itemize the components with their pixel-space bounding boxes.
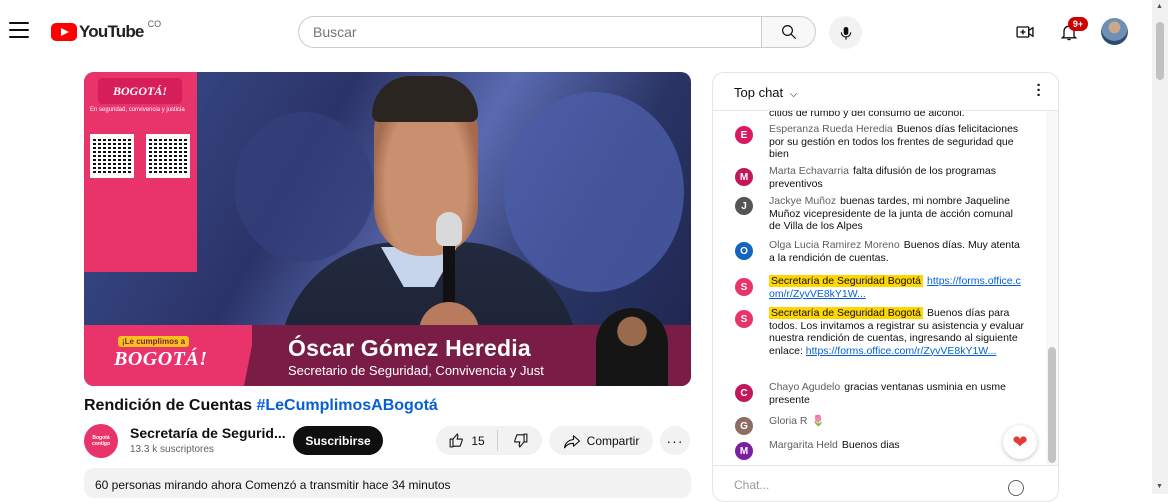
description-text: 60 personas mirando ahora Comenzó a tran… — [95, 478, 451, 492]
voice-search-button[interactable] — [829, 16, 862, 49]
chat-scrollbar-thumb[interactable] — [1048, 347, 1056, 463]
chat-message-body: Secretaría de Seguridad Bogotá Buenos día… — [769, 307, 1026, 357]
search-icon — [781, 25, 796, 40]
background-figure — [234, 112, 374, 262]
sign-language-interpreter — [596, 308, 668, 386]
qr-code — [146, 134, 190, 178]
youtube-logo[interactable]: YouTube CO — [51, 19, 161, 45]
chat-author-name[interactable]: Chayo Agudelo — [769, 381, 840, 393]
chat-message-link[interactable]: https://forms.office.com/r/ZyvVE8kY1W... — [806, 345, 997, 357]
speaker-name: Óscar Gómez Heredia — [288, 335, 531, 361]
chat-message-body: Esperanza Rueda Heredia Buenos días felic… — [769, 123, 1026, 161]
scroll-up-arrow-icon[interactable]: ▲ — [1156, 3, 1163, 10]
masthead: YouTube CO 9+ — [0, 0, 1152, 64]
panel-subtitle: En seguridad, convivencia y justicia — [90, 107, 185, 113]
info-panel: BOGOTÁ! En seguridad, convivencia y just… — [84, 72, 197, 272]
search-bar — [298, 16, 816, 48]
chat-mode-dropdown[interactable]: Top chat ⌵ — [734, 85, 797, 100]
lower-third-logo-text: BOGOTÁ! — [114, 348, 208, 370]
chat-author-avatar[interactable]: M — [735, 168, 753, 186]
channel-name[interactable]: Secretaría de Segurid... — [130, 425, 286, 441]
create-video-icon — [1016, 26, 1034, 38]
chat-message-body: Margarita Held Buenos dias — [769, 439, 1026, 452]
thumbs-up-icon — [449, 433, 464, 448]
chat-input[interactable] — [734, 478, 994, 492]
like-count: 15 — [471, 433, 485, 448]
account-avatar[interactable] — [1101, 18, 1128, 45]
chat-message-body: Jackye Muñoz buenas tardes, mi nombre Jaq… — [769, 195, 1026, 233]
create-button[interactable] — [1013, 20, 1037, 44]
chat-scrollbar[interactable] — [1046, 111, 1058, 465]
page-scrollbar[interactable]: ▲ ▼ — [1152, 0, 1168, 494]
chat-author-avatar[interactable]: S — [735, 310, 753, 328]
video-player[interactable]: BOGOTÁ! En seguridad, convivencia y just… — [84, 72, 691, 386]
chat-message-body: Olga Lucia Ramirez Moreno Buenos días. Mu… — [769, 239, 1026, 264]
speaker-hair — [372, 76, 478, 122]
share-label: Compartir — [586, 433, 640, 448]
like-dislike-group: 15 — [436, 426, 542, 455]
panel-logo: BOGOTÁ! — [98, 78, 182, 104]
thumbs-down-icon — [513, 433, 527, 448]
chat-author-avatar[interactable]: G — [735, 417, 753, 435]
search-input[interactable] — [298, 16, 761, 48]
chat-author-avatar[interactable]: S — [735, 278, 753, 296]
share-icon — [563, 434, 580, 448]
mic-icon — [840, 26, 851, 40]
chat-message-body: Secretaría de Seguridad Bogotá https://fo… — [769, 275, 1026, 300]
microphone — [436, 212, 462, 246]
search-button[interactable] — [761, 16, 816, 48]
chat-message-body: Marta Echavarria falta difusión de los pr… — [769, 165, 1026, 190]
like-button[interactable]: 15 — [436, 430, 498, 451]
chat-author-avatar[interactable]: O — [735, 242, 753, 260]
notifications-badge: 9+ — [1068, 17, 1088, 31]
chat-messages[interactable]: citios de rumbo y del consumo de alcohol… — [713, 111, 1046, 465]
chat-message-body: Gloria R 🌷 — [769, 415, 1026, 428]
chat-author-name[interactable]: Secretaría de Seguridad Bogotá — [769, 275, 924, 287]
chat-author-avatar[interactable]: J — [735, 197, 753, 215]
chat-author-avatar[interactable]: C — [735, 384, 753, 402]
chat-message-text: Buenos dias — [841, 439, 900, 451]
page-scrollbar-thumb[interactable] — [1156, 22, 1164, 80]
subscribe-button[interactable]: Suscribirse — [293, 426, 383, 455]
scroll-down-arrow-icon[interactable]: ▼ — [1156, 483, 1163, 490]
chat-header: Top chat ⌵ · · · — [713, 73, 1058, 111]
chat-more-options-icon[interactable]: · · · — [1036, 78, 1042, 103]
channel-avatar[interactable]: Bogotá contigo — [84, 424, 118, 458]
chevron-down-icon: ⌵ — [789, 89, 798, 100]
background-figure — [504, 92, 684, 292]
chat-author-name[interactable]: Olga Lucia Ramirez Moreno — [769, 239, 900, 251]
speaker-title: Secretario de Seguridad, Convivencia y J… — [288, 363, 544, 378]
lower-third-logo: ¡Le cumplimos a BOGOTÁ! — [84, 325, 252, 386]
channel-subscribers: 13.3 k suscriptores — [130, 444, 214, 455]
share-button[interactable]: Compartir — [549, 426, 653, 455]
chat-author-name[interactable]: Gloria R — [769, 415, 808, 427]
video-title-text: Rendición de Cuentas — [84, 397, 257, 414]
chat-author-avatar[interactable]: M — [735, 442, 753, 460]
chat-message-text: 🌷 — [811, 415, 825, 427]
chat-input-area — [713, 465, 1058, 501]
chat-author-name[interactable]: Marta Echavarria — [769, 165, 849, 177]
chat-author-name[interactable]: Secretaría de Seguridad Bogotá — [769, 307, 924, 319]
heart-reaction-icon[interactable]: ❤ — [1003, 425, 1037, 459]
more-actions-button[interactable]: ··· — [660, 426, 690, 455]
video-title: Rendición de Cuentas #LeCumplimosABogotá — [84, 397, 438, 415]
menu-icon[interactable] — [9, 22, 29, 38]
chat-author-name[interactable]: Margarita Held — [769, 439, 838, 451]
chat-author-avatar[interactable]: E — [735, 126, 753, 144]
youtube-play-icon — [51, 23, 77, 41]
live-chat: Top chat ⌵ · · · citios de rumbo y del con… — [712, 72, 1059, 502]
chat-mode-label: Top chat — [734, 85, 784, 100]
video-title-hashtag[interactable]: #LeCumplimosABogotá — [256, 397, 437, 414]
lower-third-tag: ¡Le cumplimos a — [118, 336, 190, 347]
logo-text: YouTube — [79, 22, 144, 41]
dislike-button[interactable] — [498, 426, 542, 455]
qr-code — [90, 134, 134, 178]
logo-country-code: CO — [147, 19, 162, 29]
chat-message-body: Chayo Agudelo gracias ventanas usminia en… — [769, 381, 1026, 406]
chat-author-name[interactable]: Esperanza Rueda Heredia — [769, 123, 893, 135]
chat-author-name[interactable]: Jackye Muñoz — [769, 195, 836, 207]
truncated-message-text: citios de rumbo y del consumo de alcohol… — [769, 111, 965, 119]
